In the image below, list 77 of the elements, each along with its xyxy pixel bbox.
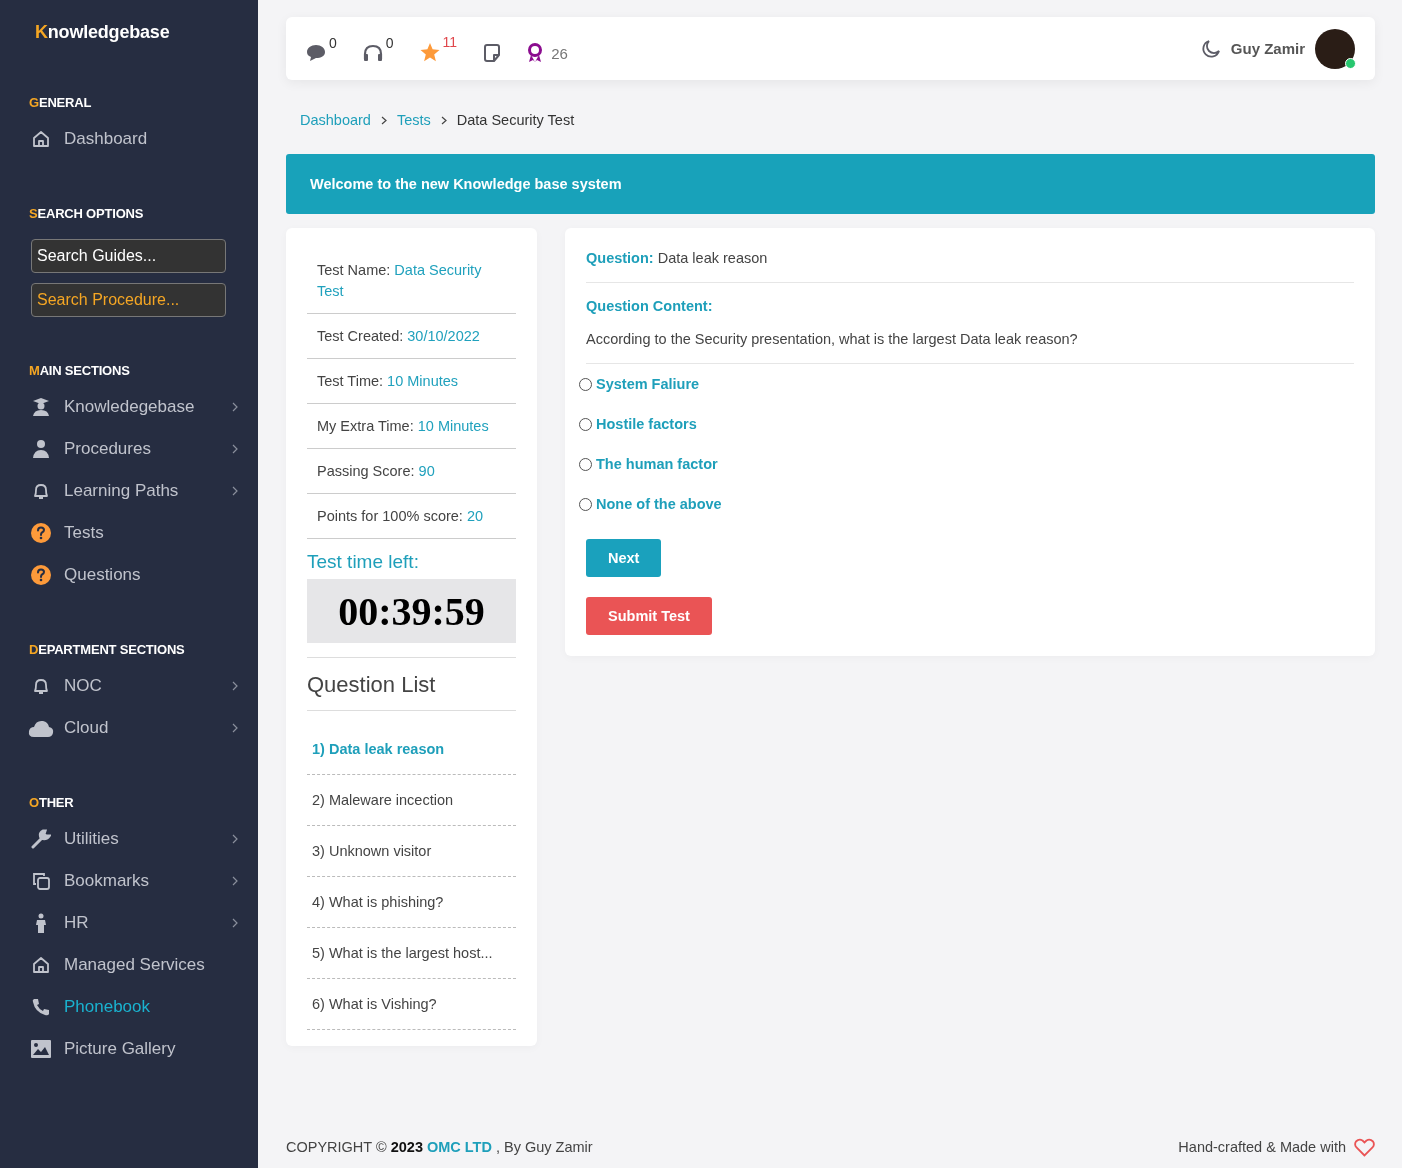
list-title: Question List (307, 657, 516, 711)
award-icon[interactable] (527, 42, 544, 63)
nav-item[interactable]: Cloud (0, 707, 258, 749)
detail-text: Test Created: 30/10/2022 (307, 314, 516, 359)
nav-item[interactable]: Utilities (0, 818, 258, 860)
brand-logo[interactable]: Knowledgebase (35, 22, 170, 43)
question-link[interactable]: 2) Maleware incection (307, 775, 516, 826)
section-heading: GENERAL (29, 95, 92, 110)
picture-icon (31, 1040, 51, 1058)
section-heading: DEPARTMENT SECTIONS (29, 642, 185, 657)
count-label: 0 (329, 35, 337, 50)
nav-item[interactable]: Bookmarks (0, 860, 258, 902)
house-icon (31, 129, 51, 149)
search-field[interactable]: Search Procedure... (31, 283, 226, 317)
countdown-timer: 00:39:59 (307, 579, 516, 643)
breadcrumb-current: Data Security Test (456, 112, 575, 128)
question-link[interactable]: 6) What is Vishing? (307, 979, 516, 1030)
radio-button[interactable] (579, 417, 592, 431)
nav-item[interactable]: Dashboard (0, 118, 258, 160)
welcome-banner: Welcome to the new Knowledge base system (286, 154, 1375, 214)
detail-text: My Extra Time: 10 Minutes (307, 404, 516, 449)
nav-item[interactable]: Learning Paths (0, 470, 258, 512)
detail-text: Test Name: Data Security Test (307, 248, 516, 314)
phone-icon (31, 997, 51, 1017)
avatar[interactable] (1315, 28, 1355, 69)
nav-item[interactable]: Knowledegebase (0, 386, 258, 428)
nav-item[interactable]: Tests (0, 512, 258, 554)
question-link[interactable]: 4) What is phishing? (307, 877, 516, 928)
heart-icon (1354, 1137, 1375, 1157)
wrench-icon (31, 829, 51, 849)
question-link[interactable]: 3) Unknown visitor (307, 826, 516, 877)
submit-button[interactable]: Submit Test (586, 597, 712, 635)
moon-icon[interactable] (1200, 38, 1221, 59)
nav-item[interactable]: HR (0, 902, 258, 944)
search-field[interactable]: Search Guides... (31, 239, 226, 273)
question-link[interactable]: 5) What is the largest host... (307, 928, 516, 979)
credit-text: Hand-crafted & Made with (1178, 1139, 1346, 1155)
radio-button[interactable] (579, 377, 592, 391)
detail-text: Passing Score: 90 (307, 449, 516, 494)
nav-item[interactable]: Managed Services (0, 944, 258, 986)
nav-item[interactable]: Picture Gallery (0, 1028, 258, 1070)
question-text: Question: Data leak reason (586, 248, 1354, 283)
bell-icon (31, 676, 51, 696)
nav-item[interactable]: Phonebook (0, 986, 258, 1028)
headphones-icon[interactable] (362, 43, 383, 62)
nav-item[interactable]: Procedures (0, 428, 258, 470)
count-label: 26 (551, 44, 568, 62)
star-icon[interactable] (419, 43, 440, 62)
count-label: 0 (385, 35, 394, 50)
question-content: According to the Security presentation, what is the largest Data leak reason? (586, 315, 1354, 364)
nav-item[interactable]: NOC (0, 665, 258, 707)
question-icon (31, 565, 51, 585)
chevron-icon (440, 115, 447, 125)
question-icon (31, 523, 51, 543)
detail-text: Points for 100% score: 20 (307, 494, 516, 539)
radio-button[interactable] (579, 457, 592, 471)
user-name[interactable]: Guy Zamir (1230, 40, 1305, 57)
copyright-text: COPYRIGHT © 2023 OMC LTD , By Guy Zamir (286, 1139, 593, 1155)
count-label: 11 (442, 35, 458, 49)
person-icon (34, 913, 48, 933)
person-icon (31, 439, 51, 459)
section-heading: MAIN SECTIONS (29, 363, 130, 378)
copy-icon (31, 871, 51, 891)
cloud-icon (28, 719, 54, 737)
detail-text: Test Time: 10 Minutes (307, 359, 516, 404)
content-heading: Question Content: (586, 298, 713, 314)
section-heading: SEARCH OPTIONS (29, 206, 144, 221)
chat-icon[interactable] (306, 43, 326, 62)
house-icon (31, 955, 51, 975)
chevron-icon (380, 115, 387, 125)
timer-heading: Test time left: (307, 551, 420, 573)
section-heading: OTHER (29, 795, 74, 810)
graduate-icon (31, 397, 51, 417)
bell-icon (31, 481, 51, 501)
radio-button[interactable] (579, 497, 592, 511)
nav-item[interactable]: Questions (0, 554, 258, 596)
note-icon[interactable] (483, 43, 502, 62)
